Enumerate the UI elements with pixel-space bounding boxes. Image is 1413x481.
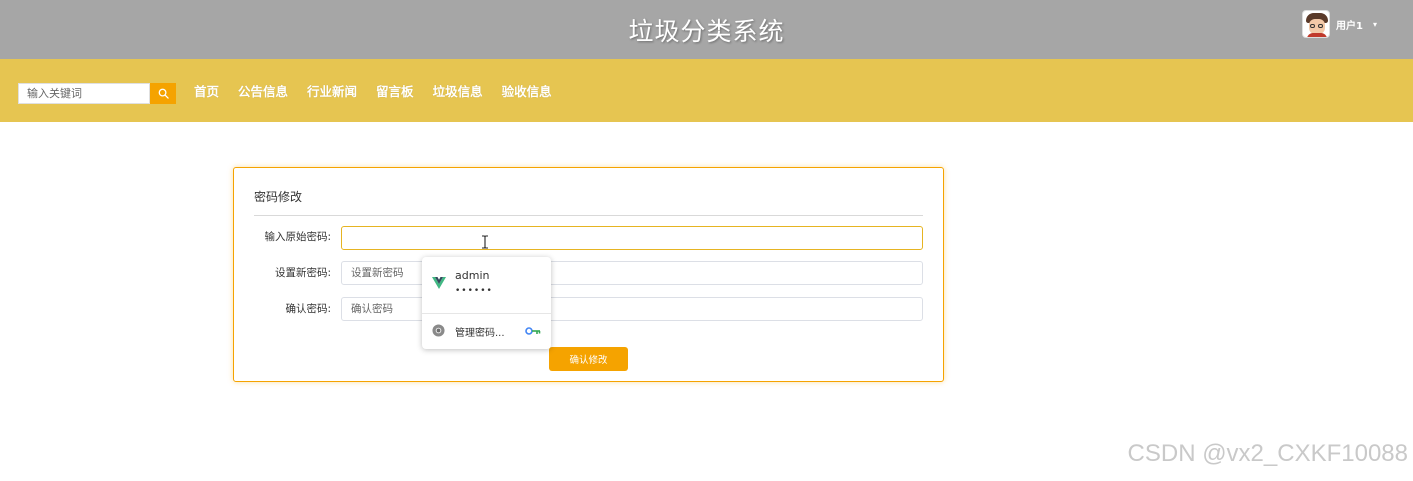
manage-passwords-item[interactable]: 管理密码...: [422, 317, 551, 345]
search-button[interactable]: [150, 83, 176, 104]
confirm-password-label: 确认密码:: [285, 303, 331, 315]
saved-username: admin: [455, 269, 490, 282]
caret-down-icon[interactable]: ▾: [1373, 20, 1377, 29]
saved-password-mask: ••••••: [455, 286, 493, 296]
new-password-label: 设置新密码:: [274, 267, 331, 279]
nav-item-message-board[interactable]: 留言板: [376, 81, 414, 100]
nav-item-garbage-info[interactable]: 垃圾信息: [433, 81, 483, 100]
nav-bar: 首页 公告信息 行业新闻 留言板 垃圾信息 验收信息: [0, 59, 1413, 122]
user-menu[interactable]: 用户1 ▾: [1302, 10, 1377, 38]
old-password-input[interactable]: [341, 226, 923, 250]
site-title: 垃圾分类系统: [628, 17, 785, 46]
watermark: CSDN @vx2_CXKF10088: [1127, 440, 1408, 467]
search-bar: [18, 83, 176, 104]
saved-credential-item[interactable]: admin ••••••: [422, 257, 551, 311]
divider: [422, 313, 551, 314]
confirm-change-button[interactable]: 确认修改: [549, 347, 628, 371]
divider: [254, 215, 923, 216]
password-autofill-popup: admin •••••• 管理密码...: [422, 257, 551, 349]
chrome-icon: [432, 324, 445, 337]
nav-item-inspection-info[interactable]: 验收信息: [502, 81, 552, 100]
text-cursor-icon: [482, 235, 488, 249]
vue-logo-icon: [432, 277, 446, 289]
nav-item-home[interactable]: 首页: [194, 81, 219, 100]
password-change-card: 密码修改 输入原始密码: 设置新密码: 确认密码: 确认修改: [233, 167, 944, 382]
search-icon: [158, 88, 169, 99]
old-password-label: 输入原始密码:: [264, 231, 331, 243]
nav-item-industry-news[interactable]: 行业新闻: [307, 81, 357, 100]
key-icon: [525, 327, 541, 335]
main-nav: 首页 公告信息 行业新闻 留言板 垃圾信息 验收信息: [194, 81, 552, 100]
card-title: 密码修改: [254, 190, 303, 204]
top-header: 垃圾分类系统 用户1 ▾: [0, 0, 1413, 59]
manage-passwords-label: 管理密码...: [455, 328, 505, 339]
nav-item-announcements[interactable]: 公告信息: [238, 81, 288, 100]
search-input[interactable]: [18, 83, 150, 104]
username[interactable]: 用户1: [1336, 17, 1363, 32]
avatar[interactable]: [1302, 10, 1331, 38]
